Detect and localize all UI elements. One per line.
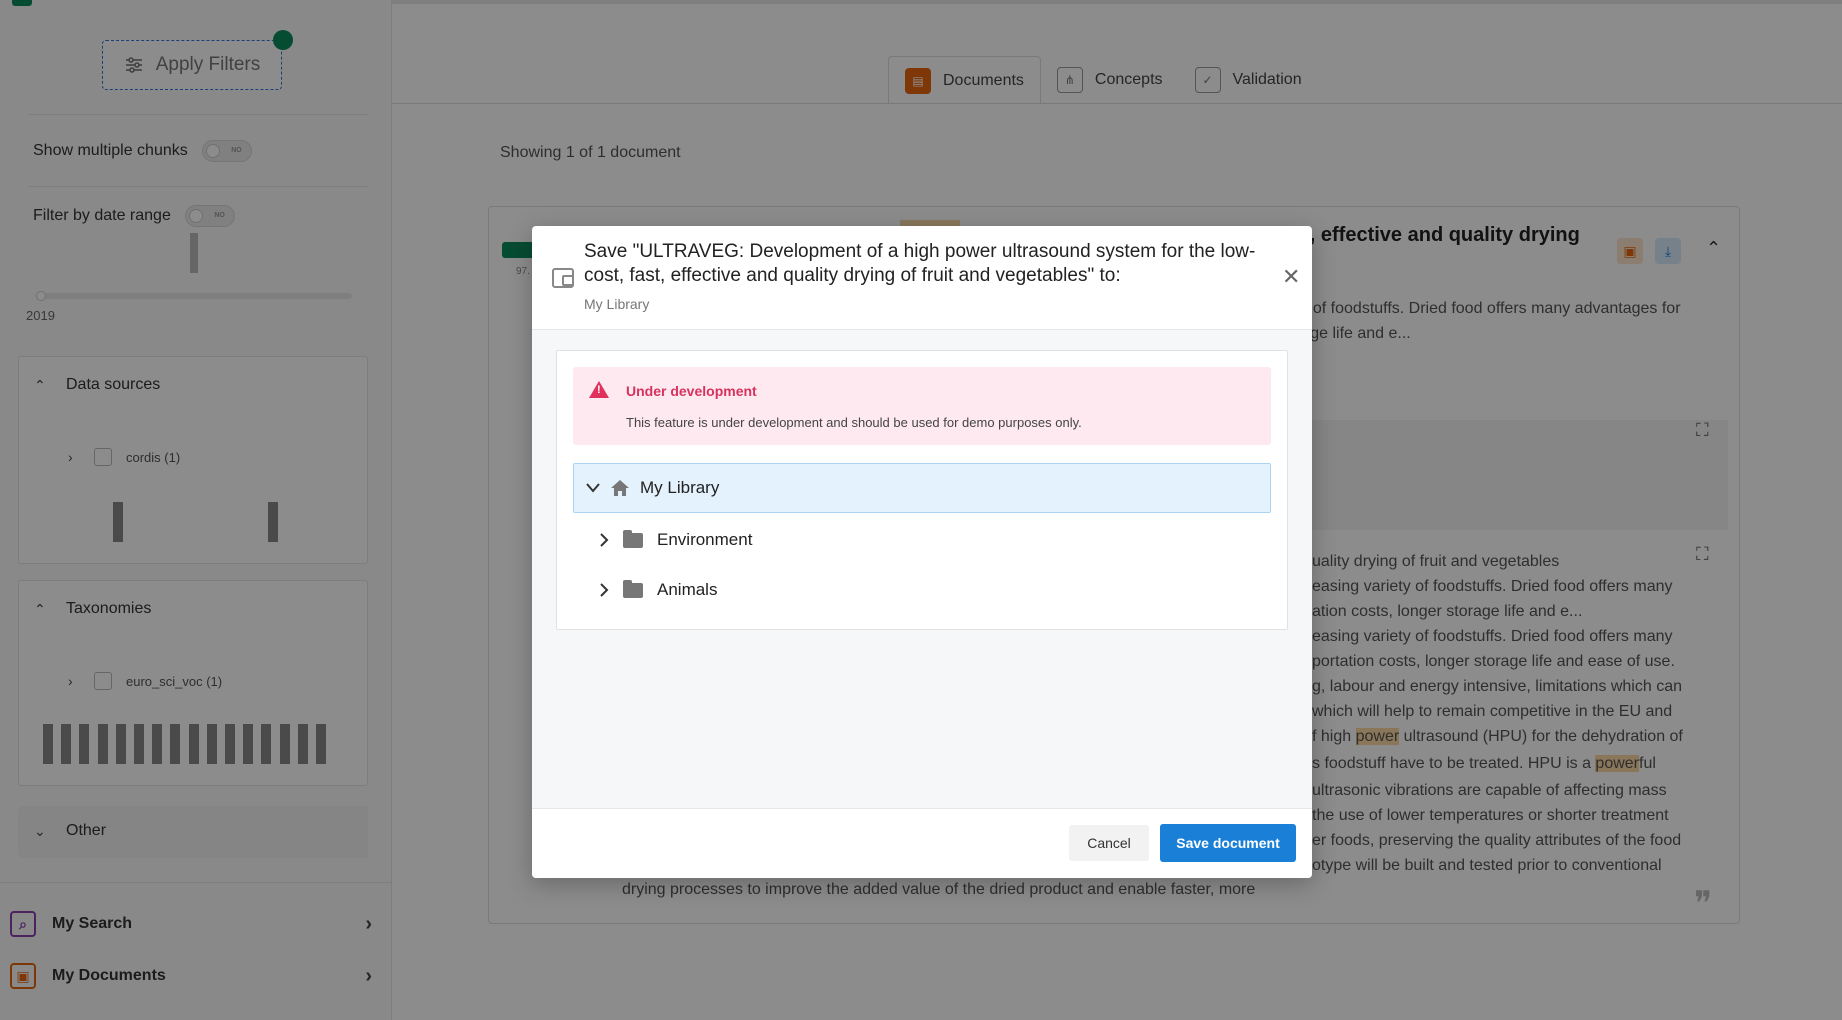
warning-title: Under development: [626, 383, 757, 399]
dialog-title: Save "ULTRAVEG: Development of a high po…: [584, 241, 1256, 286]
dialog-footer: Cancel Save document: [532, 808, 1312, 878]
tree-node-animals[interactable]: Animals: [599, 579, 718, 600]
dialog-subtitle: My Library: [584, 296, 650, 312]
folder-icon: [623, 529, 643, 548]
tree-node-label: My Library: [640, 478, 720, 497]
chevron-right-icon[interactable]: [599, 583, 609, 597]
chevron-down-icon[interactable]: [586, 483, 600, 493]
chevron-right-icon[interactable]: [599, 533, 609, 547]
dialog-header: Save "ULTRAVEG: Development of a high po…: [532, 226, 1312, 330]
library-selector: ! Under development This feature is unde…: [556, 350, 1288, 630]
wallet-icon: [552, 268, 574, 288]
cancel-button[interactable]: Cancel: [1069, 825, 1149, 861]
save-document-button[interactable]: Save document: [1160, 824, 1296, 862]
tree-node-label: Environment: [657, 530, 753, 549]
home-icon: [611, 480, 629, 496]
folder-icon: [623, 579, 643, 598]
save-document-dialog: Save "ULTRAVEG: Development of a high po…: [532, 226, 1312, 878]
warning-text: This feature is under development and sh…: [626, 415, 1082, 430]
dialog-body: ! Under development This feature is unde…: [532, 330, 1312, 808]
warning-icon: !: [589, 381, 609, 398]
tree-node-environment[interactable]: Environment: [599, 529, 753, 550]
tree-node-label: Animals: [657, 580, 718, 599]
warning-banner: ! Under development This feature is unde…: [573, 367, 1271, 445]
close-icon[interactable]: ✕: [1282, 264, 1300, 290]
tree-node-my-library[interactable]: My Library: [573, 463, 1271, 513]
